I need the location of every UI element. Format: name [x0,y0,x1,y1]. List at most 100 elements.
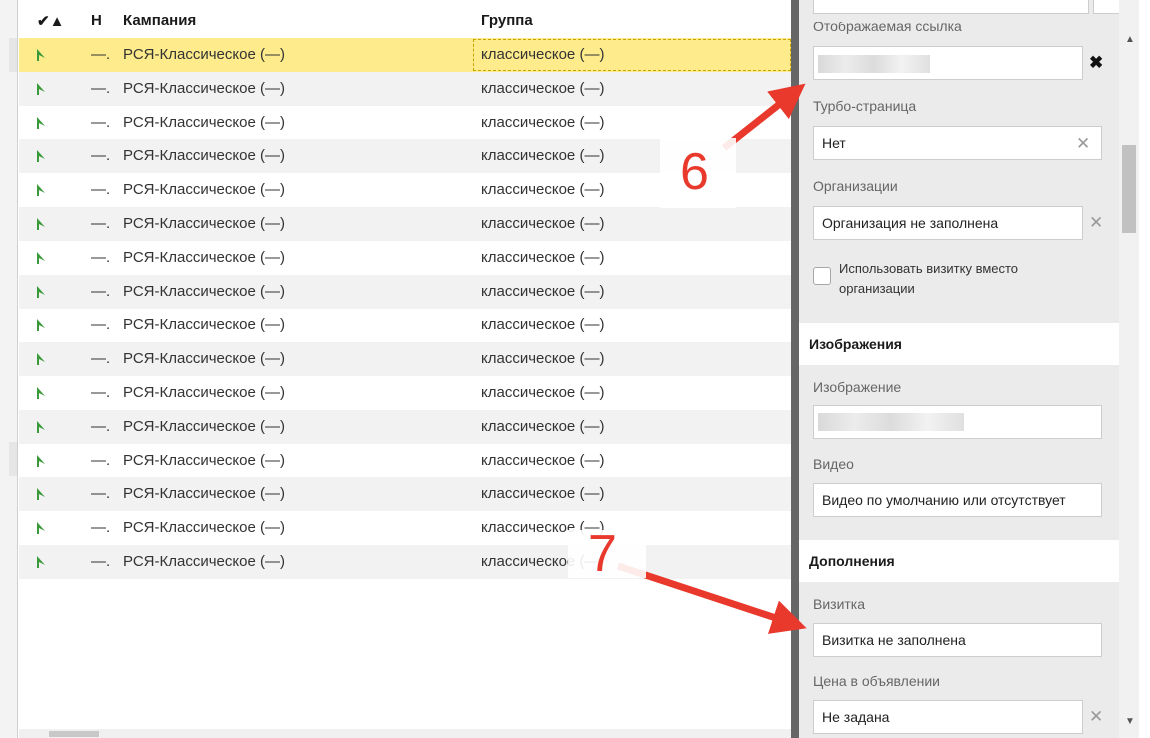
table-row[interactable]: —. РСЯ-Классическое (—) классическое (—) [19,207,791,241]
campaign-cell[interactable]: РСЯ-Классическое (—) [123,80,285,97]
campaign-cell[interactable]: РСЯ-Классическое (—) [123,519,285,536]
group-cell[interactable]: классическое (—) [481,384,604,401]
image-input[interactable] [813,405,1102,439]
campaign-cell[interactable]: РСЯ-Классическое (—) [123,283,285,300]
campaign-cell[interactable]: РСЯ-Классическое (—) [123,316,285,333]
campaign-cell[interactable]: РСЯ-Классическое (—) [123,384,285,401]
remove-organization-icon[interactable]: ✕ [1089,213,1103,233]
green-flag-icon[interactable] [35,183,47,197]
annotation-number-6: 6 [680,143,709,201]
table-row[interactable]: —. РСЯ-Классическое (—) классическое (—) [19,308,791,342]
table-row[interactable]: —. РСЯ-Классическое (—) классическое (—) [19,409,791,444]
row-number: —. [91,417,111,435]
display-link-input[interactable] [813,46,1083,80]
green-flag-icon[interactable] [35,318,47,332]
green-flag-icon[interactable] [35,420,47,434]
top-partial-input[interactable] [813,0,1089,14]
campaign-cell[interactable]: РСЯ-Классическое (—) [123,553,285,570]
row-number: —. [91,113,111,131]
group-cell[interactable]: классическое (—) [481,350,604,367]
campaign-cell[interactable]: РСЯ-Классическое (—) [123,215,285,232]
vcard-value: Визитка не заполнена [822,632,966,648]
campaign-cell[interactable]: РСЯ-Классическое (—) [123,350,285,367]
clear-turbo-icon[interactable]: ✕ [1076,134,1090,154]
group-cell[interactable]: классическое (—) [481,181,604,198]
video-label: Видео [813,456,854,472]
table-row[interactable]: —. РСЯ-Классическое (—) классическое (—) [19,444,791,478]
table-row[interactable]: —. РСЯ-Классическое (—) классическое (—) [19,241,791,275]
green-flag-icon[interactable] [35,521,47,535]
row-number: —. [91,46,111,63]
column-header-number[interactable]: Н [91,12,102,29]
vertical-scrollbar[interactable]: ▲ ▼ [1119,0,1139,738]
green-flag-icon[interactable] [35,285,47,299]
green-flag-icon[interactable] [35,116,47,130]
campaign-cell[interactable]: РСЯ-Классическое (—) [123,114,285,131]
row-number: —. [91,485,111,503]
group-cell[interactable]: классическое (—) [481,283,604,300]
group-cell[interactable]: классическое (—) [481,249,604,266]
column-header-flag[interactable]: ✔▲ [37,12,64,30]
video-value: Видео по умолчанию или отсутствует [822,492,1066,508]
vertical-scroll-thumb[interactable] [1122,145,1136,233]
group-cell[interactable]: классическое (—) [481,215,604,232]
campaign-cell[interactable]: РСЯ-Классическое (—) [123,249,285,266]
group-cell[interactable]: классическое (—) [481,485,604,502]
table-row[interactable]: —. РСЯ-Классическое (—) классическое (—) [19,545,791,579]
price-input[interactable]: Не задана [813,700,1083,734]
remove-link-icon[interactable]: ✖ [1089,53,1103,73]
table-row[interactable]: —. РСЯ-Классическое (—) классическое (—) [19,71,791,106]
group-cell[interactable]: классическое (—) [481,114,604,131]
arrow-up-icon[interactable]: ▲ [1125,34,1135,45]
panel-splitter[interactable] [791,0,799,738]
group-cell[interactable]: классическое (—) [481,316,604,333]
green-flag-icon[interactable] [35,251,47,265]
campaign-cell[interactable]: РСЯ-Классическое (—) [123,46,285,63]
green-flag-icon[interactable] [35,352,47,366]
arrow-down-icon[interactable]: ▼ [1125,716,1135,727]
table-row[interactable]: —. РСЯ-Классическое (—) классическое (—) [19,106,791,140]
row-number: —. [91,181,111,199]
green-flag-icon[interactable] [35,487,47,501]
organization-input[interactable]: Организация не заполнена [813,206,1083,240]
horizontal-scroll-thumb[interactable] [49,731,99,737]
table-row[interactable]: —. РСЯ-Классическое (—) классическое (—) [19,511,791,545]
green-flag-icon[interactable] [35,82,47,96]
green-flag-icon[interactable] [35,149,47,163]
green-flag-icon[interactable] [35,48,47,62]
campaign-cell[interactable]: РСЯ-Классическое (—) [123,452,285,469]
table-row[interactable]: —. РСЯ-Классическое (—) классическое (—) [19,274,791,309]
redacted-image [818,413,964,431]
group-cell[interactable]: классическое (—) [481,452,604,469]
remove-price-icon[interactable]: ✕ [1089,707,1103,727]
image-label: Изображение [813,379,902,395]
column-header-campaign[interactable]: Кампания [123,12,196,29]
group-cell[interactable]: классическое (—) [481,46,604,63]
green-flag-icon[interactable] [35,386,47,400]
campaign-cell[interactable]: РСЯ-Классическое (—) [123,418,285,435]
campaign-cell[interactable]: РСЯ-Классическое (—) [123,147,285,164]
top-partial-button[interactable] [1093,0,1119,14]
group-cell[interactable]: классическое (—) [481,80,604,97]
table-row[interactable]: —. РСЯ-Классическое (—) классическое (—) [19,38,791,72]
table-row[interactable]: —. РСЯ-Классическое (—) классическое (—) [19,376,791,410]
video-input[interactable]: Видео по умолчанию или отсутствует [813,483,1102,517]
green-flag-icon[interactable] [35,555,47,569]
group-cell[interactable]: классическое (—) [481,418,604,435]
use-vcard-checkbox[interactable] [813,267,831,285]
column-header-group[interactable]: Группа [481,12,533,29]
row-number: —. [91,147,111,165]
images-section-title: Изображения [809,336,902,352]
table-row[interactable]: —. РСЯ-Классическое (—) классическое (—) [19,477,791,512]
campaign-cell[interactable]: РСЯ-Классическое (—) [123,485,285,502]
campaign-cell[interactable]: РСЯ-Классическое (—) [123,181,285,198]
price-value: Не задана [822,709,890,725]
table-row[interactable]: —. РСЯ-Классическое (—) классическое (—) [19,342,791,377]
vcard-input[interactable]: Визитка не заполнена [813,623,1102,657]
green-flag-icon[interactable] [35,454,47,468]
horizontal-scrollbar[interactable] [19,729,791,738]
turbo-page-select[interactable]: Нет [813,126,1102,160]
row-number: —. [91,553,111,570]
green-flag-icon[interactable] [35,217,47,231]
group-cell[interactable]: классическое (—) [481,147,604,164]
